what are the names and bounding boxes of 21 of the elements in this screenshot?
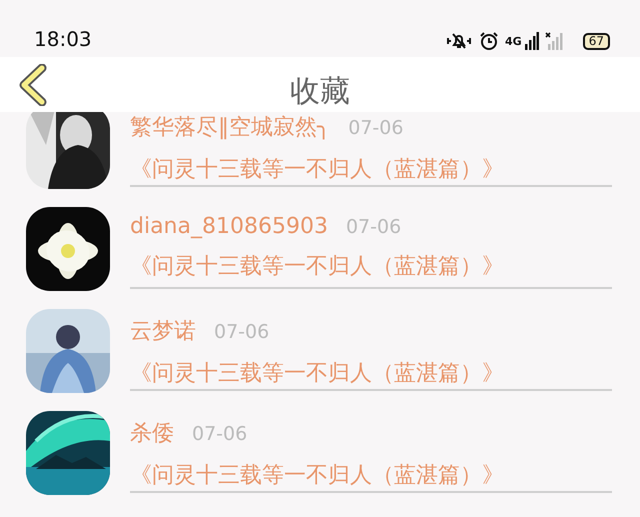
clock-time: 18:03 (34, 27, 92, 51)
back-button[interactable] (18, 64, 48, 106)
post-date: 07-06 (192, 423, 248, 445)
story-title[interactable]: 《问灵十三载等一不归人（蓝湛篇）》 (130, 358, 612, 388)
signal-icon (524, 32, 539, 50)
story-title[interactable]: 《问灵十三载等一不归人（蓝湛篇）》 (130, 154, 612, 184)
user-name[interactable]: 繁华落尽‖空城寂然╮ (130, 112, 330, 142)
post-date: 07-06 (348, 117, 404, 139)
story-title[interactable]: 《问灵十三载等一不归人（蓝湛篇）》 (130, 251, 612, 281)
story-title[interactable]: 《问灵十三载等一不归人（蓝湛篇）》 (130, 460, 612, 490)
no-signal-icon (544, 32, 563, 50)
user-name[interactable]: 云梦诺 (130, 316, 196, 346)
alarm-icon (479, 31, 500, 51)
page-title: 收藏 (290, 73, 350, 111)
post-date: 07-06 (346, 216, 402, 238)
network-label: 4G (505, 34, 522, 48)
muted-bell-icon (445, 32, 474, 50)
battery-indicator: 67 (582, 32, 610, 50)
user-name[interactable]: diana_810865903 (130, 214, 328, 239)
user-name[interactable]: 杀倭 (130, 418, 174, 448)
post-date: 07-06 (214, 321, 270, 343)
